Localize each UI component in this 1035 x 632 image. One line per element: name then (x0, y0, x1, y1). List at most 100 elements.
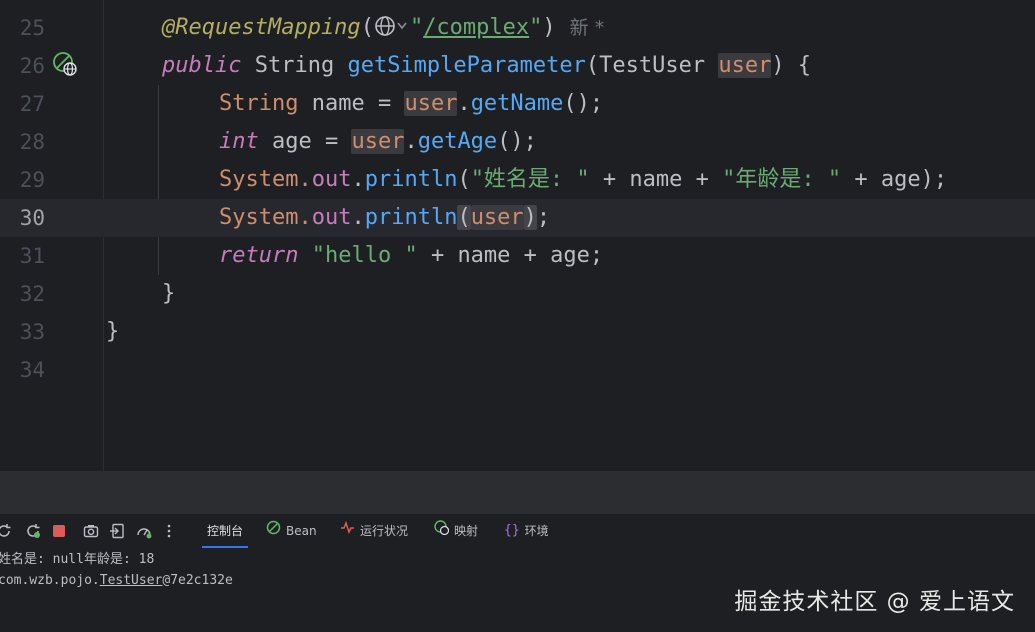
code-text[interactable]: } (162, 275, 175, 313)
paren-token: ) (542, 15, 556, 40)
bean-icon (266, 514, 281, 548)
watermark: 掘金技术社区 @ 爱上语文 (734, 589, 1015, 615)
string-token: "年龄是: " (722, 167, 842, 192)
code-token: . (457, 91, 471, 116)
method-call-token: println (364, 167, 458, 192)
code-token: + name + age; (417, 243, 604, 268)
code-token: name = (298, 91, 405, 116)
console-line: 姓名是: null年龄是: 18 (0, 552, 155, 567)
endpoint-globe-icon[interactable] (52, 50, 78, 76)
tab-label: 映射 (454, 524, 479, 538)
method-call-token: println (364, 205, 458, 230)
line-number: 34 (19, 358, 45, 382)
tab-label: Bean (286, 524, 317, 538)
author-hint[interactable]: 新 * (570, 17, 605, 39)
matched-bracket: ) (523, 205, 537, 230)
code-text[interactable]: return "hello " + name + age; (219, 237, 603, 275)
string-token: "hello " (311, 243, 418, 268)
tab-environment[interactable]: {} 环境 (504, 514, 549, 548)
paren-token: ( (360, 15, 374, 40)
code-token: ; (536, 205, 551, 230)
line-number: 26 (19, 54, 45, 78)
method-call-token: getName (470, 91, 564, 116)
code-line-30[interactable]: 30 System.out.println(user); (0, 199, 1035, 237)
type-token: String (219, 91, 299, 116)
tab-mappings[interactable]: 映射 (434, 514, 478, 548)
line-number: 30 (19, 206, 45, 230)
code-line-34[interactable]: 34 (0, 351, 1035, 389)
console-text: @7e2c132e (162, 573, 233, 588)
method-name-token: getSimpleParameter (347, 53, 586, 78)
tab-health[interactable]: 运行状况 (340, 514, 408, 548)
string-token: "姓名是: " (470, 167, 590, 192)
code-text[interactable]: String name = user.getName(); (219, 85, 603, 123)
code-line-25[interactable]: 25 @RequestMapping("/complex") 新 * (0, 9, 1035, 47)
code-token: . (351, 205, 365, 230)
code-text[interactable]: public String getSimpleParameter(TestUse… (162, 47, 811, 85)
code-line-29[interactable]: 29 System.out.println("姓名是: " + name + "… (0, 161, 1035, 199)
line-number: 28 (19, 130, 45, 154)
code-token: . (351, 167, 365, 192)
code-editor[interactable]: 25 @RequestMapping("/complex") 新 * 26 pub… (0, 0, 1035, 471)
mapping-path-link[interactable]: /complex (423, 15, 529, 40)
string-token: " (529, 15, 543, 40)
stop-icon[interactable] (51, 523, 67, 539)
more-options-icon[interactable] (161, 523, 177, 539)
code-line-26[interactable]: 26 public String getSimpleParameter(Test… (0, 47, 1035, 85)
class-token: System. (219, 167, 312, 192)
line-number: 31 (19, 244, 45, 268)
code-line-27[interactable]: 27 String name = user.getName(); (0, 85, 1035, 123)
code-text[interactable]: System.out.println("姓名是: " + name + "年龄是… (219, 161, 947, 199)
code-text[interactable]: int age = user.getAge(); (219, 123, 537, 161)
braces-icon: {} (504, 523, 520, 538)
rerun-failed-icon[interactable] (25, 523, 41, 539)
code-text[interactable]: @RequestMapping("/complex") 新 * (162, 9, 604, 47)
line-number: 27 (19, 92, 45, 116)
code-line-28[interactable]: 28 int age = user.getAge(); (0, 123, 1035, 161)
camera-icon[interactable] (83, 523, 99, 539)
mapping-globe-icon (434, 514, 450, 548)
param-token: user (351, 129, 405, 154)
code-token: (); (497, 129, 537, 154)
param-token: user (718, 53, 772, 78)
field-token: out (311, 167, 352, 192)
rerun-icon[interactable] (0, 523, 12, 539)
code-token: age = (258, 129, 352, 154)
line-number: 33 (19, 320, 45, 344)
line-number: 25 (19, 16, 45, 40)
code-line-32[interactable]: 32 } (0, 275, 1035, 313)
pulse-icon (340, 514, 355, 548)
field-token: out (311, 205, 352, 230)
code-text[interactable]: System.out.println(user); (219, 199, 550, 237)
param-type-token: (TestUser (585, 53, 719, 78)
keyword-token: return (219, 243, 299, 268)
method-call-token: getAge (417, 129, 498, 154)
code-token: ( (457, 167, 471, 192)
tab-bean[interactable]: Bean (266, 514, 317, 548)
matched-bracket: ( (457, 205, 471, 230)
keyword-token: public (162, 53, 242, 78)
run-tool-window-toolbar: 控制台 Bean 运行状况 映射 {} 环境 (0, 513, 1035, 549)
code-token: . (404, 129, 418, 154)
line-number: 29 (19, 168, 45, 192)
keyword-token: int (219, 129, 259, 154)
line-number: 32 (19, 282, 45, 306)
console-line: com.wzb.pojo.TestUser@7e2c132e (0, 571, 233, 591)
class-link[interactable]: TestUser (100, 573, 163, 588)
brace-token: ) { (771, 53, 812, 78)
console-text: com.wzb.pojo. (0, 573, 100, 588)
globe-icon[interactable] (374, 12, 407, 36)
string-token: " (409, 15, 424, 40)
exit-icon[interactable] (110, 523, 126, 539)
code-line-31[interactable]: 31 return "hello " + name + age; (0, 237, 1035, 275)
param-token: user (470, 205, 524, 230)
tab-label: 环境 (524, 524, 549, 538)
class-token: System. (219, 205, 312, 230)
tab-console[interactable]: 控制台 (202, 514, 249, 548)
panel-separator[interactable] (0, 471, 1035, 513)
code-token: (); (563, 91, 604, 116)
code-line-33[interactable]: 33 } (0, 313, 1035, 351)
code-text[interactable]: } (106, 313, 119, 351)
gauge-icon[interactable] (136, 523, 152, 539)
